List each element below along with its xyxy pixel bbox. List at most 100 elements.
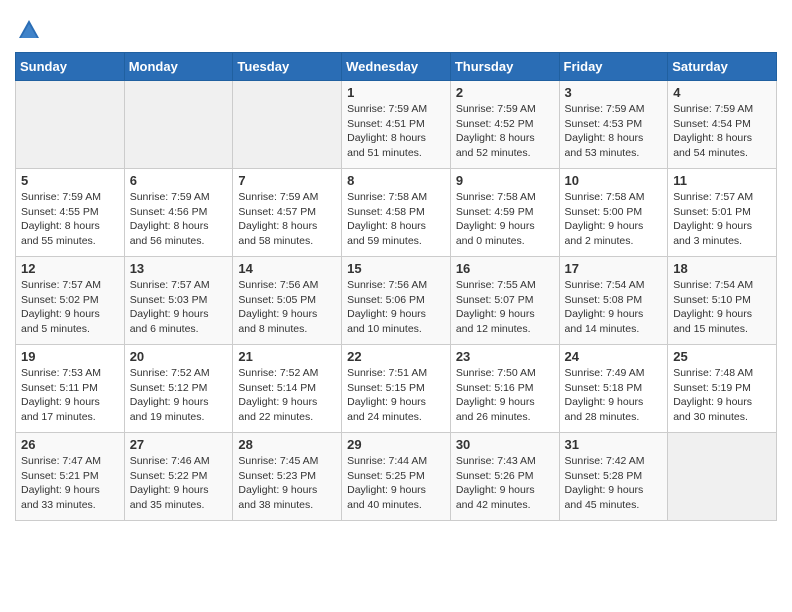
page: SundayMondayTuesdayWednesdayThursdayFrid… (0, 0, 792, 536)
calendar-header: SundayMondayTuesdayWednesdayThursdayFrid… (16, 53, 777, 81)
day-info: Sunrise: 7:57 AM Sunset: 5:03 PM Dayligh… (130, 278, 228, 337)
week-row-4: 26 Sunrise: 7:47 AM Sunset: 5:21 PM Dayli… (16, 433, 777, 521)
calendar-cell: 6 Sunrise: 7:59 AM Sunset: 4:56 PM Daylig… (124, 169, 233, 257)
calendar-cell (233, 81, 342, 169)
calendar-cell: 27 Sunrise: 7:46 AM Sunset: 5:22 PM Dayli… (124, 433, 233, 521)
day-number: 16 (456, 261, 554, 276)
calendar-cell: 20Sunrise: 7:52 AM Sunset: 5:12 PM Dayli… (124, 345, 233, 433)
calendar-cell: 7Sunrise: 7:59 AM Sunset: 4:57 PM Daylig… (233, 169, 342, 257)
weekday-header-monday: Monday (124, 53, 233, 81)
day-info: Sunrise: 7:45 AM Sunset: 5:23 PM Dayligh… (238, 454, 336, 513)
day-info: Sunrise: 7:58 AM Sunset: 5:00 PM Dayligh… (565, 190, 663, 249)
calendar-cell (668, 433, 777, 521)
calendar-cell (124, 81, 233, 169)
weekday-row: SundayMondayTuesdayWednesdayThursdayFrid… (16, 53, 777, 81)
calendar-cell: 23Sunrise: 7:50 AM Sunset: 5:16 PM Dayli… (450, 345, 559, 433)
weekday-header-wednesday: Wednesday (342, 53, 451, 81)
day-number: 12 (21, 261, 119, 276)
day-number: 8 (347, 173, 445, 188)
week-row-2: 12 Sunrise: 7:57 AM Sunset: 5:02 PM Dayli… (16, 257, 777, 345)
calendar-cell (16, 81, 125, 169)
calendar-cell: 16 Sunrise: 7:55 AM Sunset: 5:07 PM Dayli… (450, 257, 559, 345)
calendar-cell: 3 Sunrise: 7:59 AM Sunset: 4:53 PM Daylig… (559, 81, 668, 169)
header (15, 10, 777, 44)
calendar-cell: 8Sunrise: 7:58 AM Sunset: 4:58 PM Daylig… (342, 169, 451, 257)
calendar-cell: 10 Sunrise: 7:58 AM Sunset: 5:00 PM Dayli… (559, 169, 668, 257)
day-number: 25 (673, 349, 771, 364)
calendar-cell: 28 Sunrise: 7:45 AM Sunset: 5:23 PM Dayli… (233, 433, 342, 521)
day-number: 2 (456, 85, 554, 100)
day-info: Sunrise: 7:59 AM Sunset: 4:54 PM Dayligh… (673, 102, 771, 161)
day-info: Sunrise: 7:49 AM Sunset: 5:18 PM Dayligh… (565, 366, 663, 425)
day-number: 13 (130, 261, 228, 276)
day-number: 6 (130, 173, 228, 188)
day-number: 14 (238, 261, 336, 276)
calendar-cell: 31 Sunrise: 7:42 AM Sunset: 5:28 PM Dayli… (559, 433, 668, 521)
calendar-cell: 19 Sunrise: 7:53 AM Sunset: 5:11 PM Dayli… (16, 345, 125, 433)
day-info: Sunrise: 7:48 AM Sunset: 5:19 PM Dayligh… (673, 366, 771, 425)
weekday-header-friday: Friday (559, 53, 668, 81)
calendar-cell: 18Sunrise: 7:54 AM Sunset: 5:10 PM Dayli… (668, 257, 777, 345)
calendar-cell: 11Sunrise: 7:57 AM Sunset: 5:01 PM Dayli… (668, 169, 777, 257)
day-number: 15 (347, 261, 445, 276)
day-number: 29 (347, 437, 445, 452)
day-info: Sunrise: 7:43 AM Sunset: 5:26 PM Dayligh… (456, 454, 554, 513)
day-number: 27 (130, 437, 228, 452)
day-number: 5 (21, 173, 119, 188)
day-number: 23 (456, 349, 554, 364)
day-info: Sunrise: 7:53 AM Sunset: 5:11 PM Dayligh… (21, 366, 119, 425)
day-info: Sunrise: 7:55 AM Sunset: 5:07 PM Dayligh… (456, 278, 554, 337)
calendar-cell: 26 Sunrise: 7:47 AM Sunset: 5:21 PM Dayli… (16, 433, 125, 521)
weekday-header-sunday: Sunday (16, 53, 125, 81)
day-info: Sunrise: 7:42 AM Sunset: 5:28 PM Dayligh… (565, 454, 663, 513)
calendar-cell: 9Sunrise: 7:58 AM Sunset: 4:59 PM Daylig… (450, 169, 559, 257)
day-number: 31 (565, 437, 663, 452)
calendar-cell: 30Sunrise: 7:43 AM Sunset: 5:26 PM Dayli… (450, 433, 559, 521)
day-info: Sunrise: 7:54 AM Sunset: 5:08 PM Dayligh… (565, 278, 663, 337)
day-number: 26 (21, 437, 119, 452)
day-info: Sunrise: 7:44 AM Sunset: 5:25 PM Dayligh… (347, 454, 445, 513)
day-info: Sunrise: 7:47 AM Sunset: 5:21 PM Dayligh… (21, 454, 119, 513)
calendar-cell: 13 Sunrise: 7:57 AM Sunset: 5:03 PM Dayli… (124, 257, 233, 345)
calendar-cell: 24 Sunrise: 7:49 AM Sunset: 5:18 PM Dayli… (559, 345, 668, 433)
calendar-cell: 5 Sunrise: 7:59 AM Sunset: 4:55 PM Daylig… (16, 169, 125, 257)
week-row-3: 19 Sunrise: 7:53 AM Sunset: 5:11 PM Dayli… (16, 345, 777, 433)
day-info: Sunrise: 7:56 AM Sunset: 5:06 PM Dayligh… (347, 278, 445, 337)
day-info: Sunrise: 7:56 AM Sunset: 5:05 PM Dayligh… (238, 278, 336, 337)
calendar-cell: 25 Sunrise: 7:48 AM Sunset: 5:19 PM Dayli… (668, 345, 777, 433)
weekday-header-tuesday: Tuesday (233, 53, 342, 81)
day-info: Sunrise: 7:58 AM Sunset: 4:59 PM Dayligh… (456, 190, 554, 249)
calendar-cell: 15 Sunrise: 7:56 AM Sunset: 5:06 PM Dayli… (342, 257, 451, 345)
calendar-cell: 4 Sunrise: 7:59 AM Sunset: 4:54 PM Daylig… (668, 81, 777, 169)
day-number: 10 (565, 173, 663, 188)
day-info: Sunrise: 7:57 AM Sunset: 5:02 PM Dayligh… (21, 278, 119, 337)
day-info: Sunrise: 7:52 AM Sunset: 5:12 PM Dayligh… (130, 366, 228, 425)
day-info: Sunrise: 7:51 AM Sunset: 5:15 PM Dayligh… (347, 366, 445, 425)
day-number: 28 (238, 437, 336, 452)
calendar-cell: 12 Sunrise: 7:57 AM Sunset: 5:02 PM Dayli… (16, 257, 125, 345)
day-info: Sunrise: 7:59 AM Sunset: 4:56 PM Dayligh… (130, 190, 228, 249)
calendar-table: SundayMondayTuesdayWednesdayThursdayFrid… (15, 52, 777, 521)
day-info: Sunrise: 7:46 AM Sunset: 5:22 PM Dayligh… (130, 454, 228, 513)
week-row-0: 1Sunrise: 7:59 AM Sunset: 4:51 PM Daylig… (16, 81, 777, 169)
day-number: 21 (238, 349, 336, 364)
calendar-cell: 17 Sunrise: 7:54 AM Sunset: 5:08 PM Dayli… (559, 257, 668, 345)
day-number: 11 (673, 173, 771, 188)
calendar-cell: 21Sunrise: 7:52 AM Sunset: 5:14 PM Dayli… (233, 345, 342, 433)
weekday-header-thursday: Thursday (450, 53, 559, 81)
day-number: 19 (21, 349, 119, 364)
day-info: Sunrise: 7:59 AM Sunset: 4:53 PM Dayligh… (565, 102, 663, 161)
day-number: 4 (673, 85, 771, 100)
calendar-cell: 1Sunrise: 7:59 AM Sunset: 4:51 PM Daylig… (342, 81, 451, 169)
calendar-cell: 29 Sunrise: 7:44 AM Sunset: 5:25 PM Dayli… (342, 433, 451, 521)
day-info: Sunrise: 7:59 AM Sunset: 4:52 PM Dayligh… (456, 102, 554, 161)
day-info: Sunrise: 7:59 AM Sunset: 4:57 PM Dayligh… (238, 190, 336, 249)
day-info: Sunrise: 7:59 AM Sunset: 4:55 PM Dayligh… (21, 190, 119, 249)
calendar-cell: 14 Sunrise: 7:56 AM Sunset: 5:05 PM Dayli… (233, 257, 342, 345)
day-number: 3 (565, 85, 663, 100)
day-number: 24 (565, 349, 663, 364)
calendar-cell: 22Sunrise: 7:51 AM Sunset: 5:15 PM Dayli… (342, 345, 451, 433)
day-number: 17 (565, 261, 663, 276)
logo-icon (15, 16, 43, 44)
day-number: 1 (347, 85, 445, 100)
